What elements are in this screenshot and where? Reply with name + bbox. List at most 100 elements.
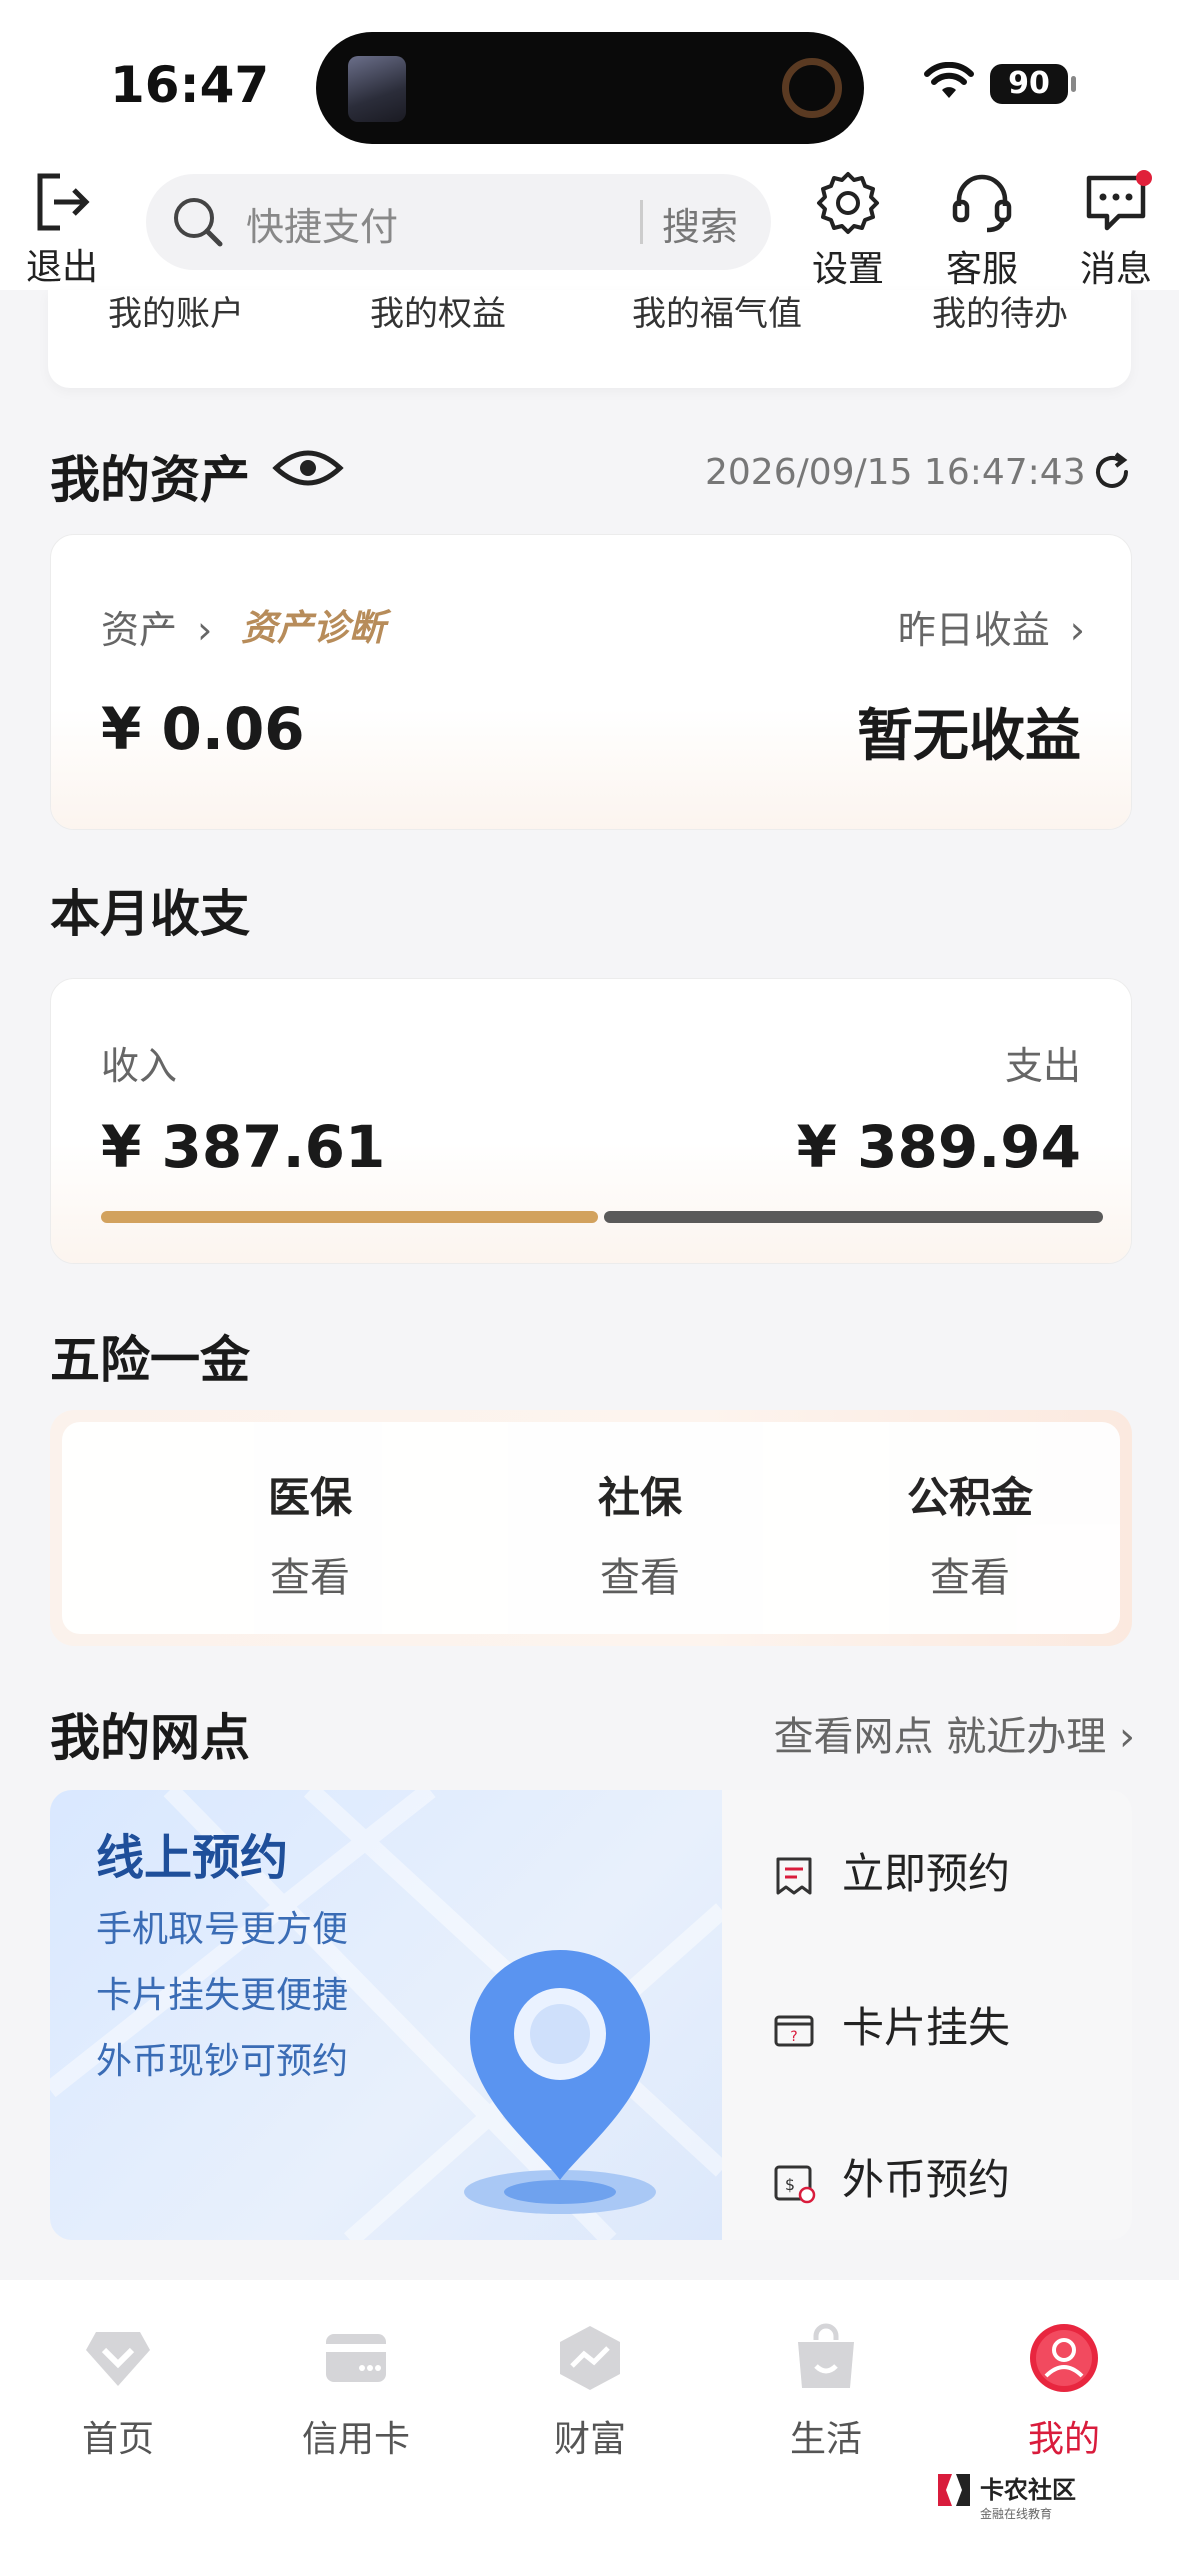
welfare-title: 五险一金 [50,1331,250,1389]
asset-diagnosis-link[interactable]: 资产诊断 [241,599,385,651]
asset-label-row[interactable]: 资产 › [101,599,212,654]
service-label: 客服 [946,249,1019,290]
tab-wealth[interactable]: 财富 [520,2322,660,2462]
welfare-social-action: 查看 [600,1555,680,1601]
customer-service-button[interactable]: 客服 [946,170,1018,292]
svg-text:$: $ [785,2175,795,2194]
status-bar: 16:47 90 [0,0,1179,160]
watermark-name: 卡农社区 [980,2476,1076,2504]
income-label: 收入 [101,1044,178,1088]
shortcut-my-account[interactable]: 我的账户 [108,286,244,335]
yesterday-value: 暂无收益 [857,704,1081,769]
dynamic-island [316,32,864,144]
unread-dot [1136,170,1152,186]
watermark: 卡农社区 金融在线教育 [938,2470,1076,2522]
branch-link-label: 查看网点 就近办理 [773,1714,1107,1760]
branch-link[interactable]: 查看网点 就近办理 › [774,1704,1135,1762]
search-divider [640,200,643,244]
settings-button[interactable]: 设置 [812,170,884,292]
welfare-medical-label: 医保 [267,1473,352,1522]
profile-icon [1030,2324,1098,2392]
chevron-right-icon: › [197,608,213,652]
search-bar[interactable]: 快捷支付 搜索 [146,174,771,270]
search-icon [174,198,223,247]
messages-button[interactable]: 消息 [1080,170,1152,292]
branch-title: 我的网点 [50,1709,250,1767]
tab-wealth-label: 财富 [553,2419,626,2460]
home-diamond-icon [86,2332,150,2386]
svg-text:?: ? [790,2029,797,2045]
action-book-now-label: 立即预约 [842,1849,1011,1898]
income-bar [101,1211,598,1223]
tab-home-label: 首页 [81,2419,154,2460]
tab-life[interactable]: 生活 [756,2322,896,2462]
battery-indicator: 90 [990,64,1076,104]
yesterday-label: 昨日收益 [897,608,1050,652]
tab-mine-label: 我的 [1027,2419,1100,2460]
tab-credit-card[interactable]: 信用卡 [286,2322,426,2462]
messages-label: 消息 [1080,249,1153,290]
card-lost-icon: ? [774,2015,814,2046]
action-foreign-currency[interactable]: $ 外币预约 [772,2146,1010,2207]
status-time: 16:47 [110,56,270,114]
watermark-sub: 金融在线教育 [980,2507,1053,2521]
credit-card-icon [326,2334,386,2382]
top-nav: 退出 快捷支付 搜索 设置 客服 消息 [0,160,1179,290]
tab-mine[interactable]: 我的 [994,2322,1134,2462]
shortcut-my-fortune[interactable]: 我的福气值 [632,286,802,335]
activity-ring-icon [782,58,842,118]
welfare-inner: 医保 查看 社保 查看 公积金 查看 [62,1422,1120,1634]
wealth-chart-icon [560,2326,620,2390]
action-foreign-currency-label: 外币预约 [842,2155,1011,2204]
logout-button[interactable]: 退出 [26,170,98,290]
yesterday-earnings-link[interactable]: 昨日收益 › [898,599,1085,654]
shopping-bag-icon [798,2323,854,2388]
shortcut-my-todo[interactable]: 我的待办 [932,286,1068,335]
chevron-right-icon: › [1069,608,1085,652]
asset-value: ¥ 0.06 [101,695,305,763]
promo-line-3: 外币现钞可预约 [96,2041,349,2082]
monthly-title: 本月收支 [50,885,250,943]
welfare-social[interactable]: 社保 查看 [540,1464,740,1603]
action-report-lost-card[interactable]: ? 卡片挂失 [772,1994,1010,2055]
currency-booking-icon: $ [774,2165,816,2203]
welfare-social-label: 社保 [597,1473,682,1522]
headset-icon [952,174,1012,233]
wifi-icon [924,62,974,98]
assets-card[interactable]: 资产 › 资产诊断 昨日收益 › ¥ 0.06 暂无收益 [50,534,1132,830]
promo-line-1: 手机取号更方便 [96,1909,349,1950]
action-book-now[interactable]: 立即预约 [772,1840,1010,1901]
promo-line-2: 卡片挂失更便捷 [96,1975,349,2016]
welfare-fund-action: 查看 [930,1555,1010,1601]
booking-icon [776,1857,812,1894]
welfare-fund[interactable]: 公积金 查看 [870,1464,1070,1603]
expense-bar [604,1211,1103,1223]
refresh-icon[interactable] [1090,450,1134,494]
gear-icon [817,172,879,234]
tab-home[interactable]: 首页 [48,2322,188,2462]
monthly-card[interactable]: 收入 支出 ¥ 387.61 ¥ 389.94 [50,978,1132,1264]
search-button[interactable]: 搜索 [662,196,738,251]
promo-title: 线上预约 [96,1830,289,1886]
account-shortcuts: 我的账户 我的权益 我的福气值 我的待办 [48,290,1131,388]
welfare-medical-action: 查看 [270,1555,350,1601]
logout-icon [37,173,90,231]
now-playing-artwork [348,56,406,122]
online-booking-banner[interactable]: 线上预约 手机取号更方便 卡片挂失更便捷 外币现钞可预约 [50,1790,722,2240]
location-pin-icon [464,1950,656,2214]
shortcut-my-rights[interactable]: 我的权益 [370,286,506,335]
welfare-fund-label: 公积金 [906,1473,1033,1522]
search-placeholder: 快捷支付 [246,205,399,249]
assets-timestamp: 2026/09/15 16:47:43 [705,452,1086,493]
income-value: ¥ 387.61 [101,1113,386,1181]
action-report-lost-card-label: 卡片挂失 [842,2003,1011,2052]
welfare-card: 医保 查看 社保 查看 公积金 查看 [50,1410,1132,1646]
asset-label: 资产 [101,608,178,652]
branch-actions: 立即预约 ? 卡片挂失 $ 外币预约 [722,1790,1132,2240]
expense-label: 支出 [1004,1044,1081,1088]
expense-value: ¥ 389.94 [796,1113,1081,1181]
welfare-medical[interactable]: 医保 查看 [210,1464,410,1603]
eye-icon[interactable] [272,446,344,490]
settings-label: 设置 [812,249,885,290]
watermark-logo [938,2474,970,2506]
